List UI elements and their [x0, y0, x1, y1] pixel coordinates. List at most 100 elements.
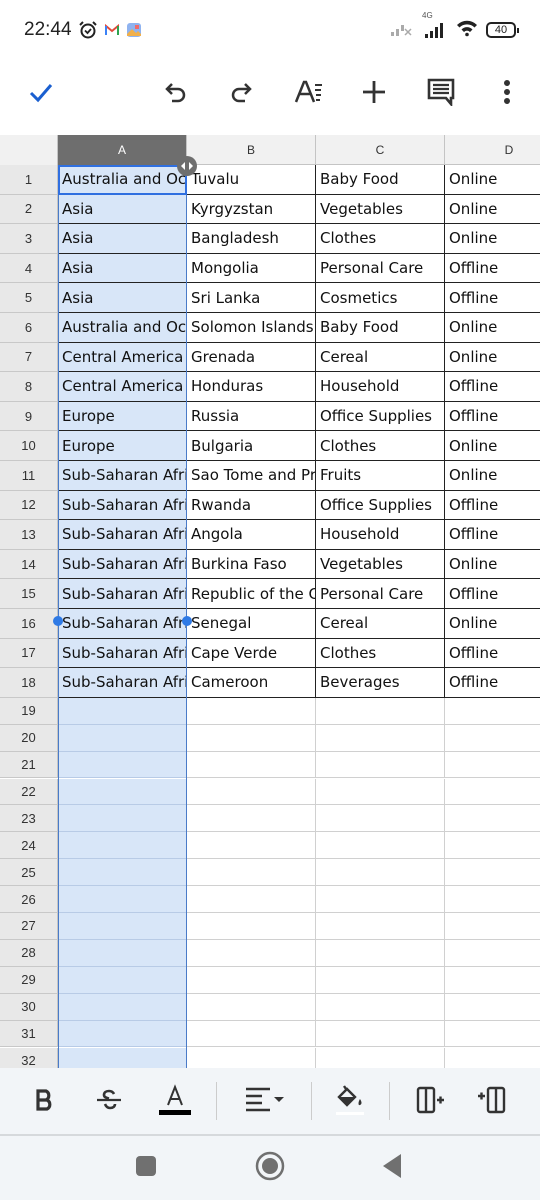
cell-a7[interactable]: Central America a	[58, 342, 187, 373]
row-header[interactable]: 32	[0, 1047, 58, 1068]
cell-b5[interactable]: Sri Lanka	[187, 283, 316, 313]
cell-b16[interactable]: Senegal	[187, 609, 316, 639]
cell-d31[interactable]	[445, 1021, 540, 1048]
fill-color-button[interactable]	[330, 1082, 370, 1122]
cell-d27[interactable]	[445, 913, 540, 940]
cell-b14[interactable]: Burkina Faso	[187, 549, 316, 580]
cell-c14[interactable]: Vegetables	[316, 549, 445, 580]
cell-a32[interactable]	[58, 1047, 187, 1068]
cell-c25[interactable]	[316, 859, 445, 887]
comment-button[interactable]	[419, 72, 463, 116]
cell-a6[interactable]: Australia and Oce	[58, 313, 187, 343]
cell-c32[interactable]	[316, 1047, 445, 1068]
cell-d19[interactable]	[445, 698, 540, 725]
cell-c21[interactable]	[316, 751, 445, 779]
cell-a12[interactable]: Sub-Saharan Afric	[58, 490, 187, 521]
redo-button[interactable]	[219, 72, 263, 116]
cell-b17[interactable]: Cape Verde	[187, 638, 316, 669]
cell-b24[interactable]	[187, 832, 316, 860]
cell-d24[interactable]	[445, 832, 540, 860]
cell-a28[interactable]	[58, 939, 187, 967]
column-header-c[interactable]: C	[316, 135, 445, 165]
row-header[interactable]: 12	[0, 490, 58, 521]
cell-d7[interactable]: Online	[445, 343, 540, 373]
cell-d3[interactable]: Online	[445, 224, 540, 254]
row-header[interactable]: 17	[0, 638, 58, 669]
cell-c28[interactable]	[316, 939, 445, 967]
cell-a15[interactable]: Sub-Saharan Afric	[58, 579, 187, 609]
cell-b23[interactable]	[187, 805, 316, 833]
cell-a20[interactable]	[58, 724, 187, 752]
cell-a26[interactable]	[58, 886, 187, 913]
insert-column-left-button[interactable]	[472, 1082, 512, 1122]
text-color-button[interactable]	[155, 1082, 195, 1122]
cell-d29[interactable]	[445, 967, 540, 994]
row-header[interactable]: 8	[0, 372, 58, 402]
row-header[interactable]: 21	[0, 751, 58, 779]
cell-c12[interactable]: Office Supplies	[316, 490, 445, 521]
cell-d6[interactable]: Online	[445, 313, 540, 343]
cell-a13[interactable]: Sub-Saharan Afric	[58, 520, 187, 550]
row-header[interactable]: 9	[0, 401, 58, 432]
cell-b6[interactable]: Solomon Islands	[187, 313, 316, 343]
cell-d23[interactable]	[445, 805, 540, 833]
cell-d1[interactable]: Online	[445, 165, 540, 195]
cell-d5[interactable]: Offline	[445, 283, 540, 313]
cell-a14[interactable]: Sub-Saharan Afric	[58, 549, 187, 580]
cell-c2[interactable]: Vegetables	[316, 194, 445, 225]
cell-b31[interactable]	[187, 1020, 316, 1048]
cell-c17[interactable]: Clothes	[316, 638, 445, 669]
row-header[interactable]: 10	[0, 431, 58, 461]
cell-b2[interactable]: Kyrgyzstan	[187, 194, 316, 225]
row-header[interactable]: 5	[0, 283, 58, 313]
recents-button[interactable]	[128, 1150, 164, 1186]
cell-b22[interactable]	[187, 778, 316, 806]
column-header-a[interactable]: A	[58, 135, 187, 165]
cell-c8[interactable]: Household	[316, 372, 445, 402]
cell-d30[interactable]	[445, 994, 540, 1021]
cell-d15[interactable]: Offline	[445, 579, 540, 609]
row-header[interactable]: 22	[0, 778, 58, 806]
row-header[interactable]: 23	[0, 805, 58, 833]
cell-b29[interactable]	[187, 966, 316, 994]
done-button[interactable]	[19, 72, 63, 116]
cell-d16[interactable]: Online	[445, 609, 540, 639]
cell-c20[interactable]	[316, 724, 445, 752]
row-header[interactable]: 24	[0, 832, 58, 860]
cell-d25[interactable]	[445, 859, 540, 887]
cell-d12[interactable]: Offline	[445, 491, 540, 521]
cell-b25[interactable]	[187, 859, 316, 887]
cell-b9[interactable]: Russia	[187, 401, 316, 432]
cell-c1[interactable]: Baby Food	[316, 165, 445, 195]
insert-button[interactable]	[352, 72, 396, 116]
cell-a29[interactable]	[58, 966, 187, 994]
cell-d18[interactable]: Offline	[445, 668, 540, 698]
cell-c4[interactable]: Personal Care	[316, 253, 445, 284]
cell-d10[interactable]: Online	[445, 431, 540, 461]
cell-a16[interactable]: Sub-Saharan Afric	[58, 609, 187, 639]
cell-b8[interactable]: Honduras	[187, 372, 316, 402]
cell-b15[interactable]: Republic of the Co	[187, 579, 316, 609]
cell-a18[interactable]: Sub-Saharan Afric	[58, 668, 187, 698]
row-header[interactable]: 1	[0, 165, 58, 195]
cell-d17[interactable]: Offline	[445, 639, 540, 669]
row-header[interactable]: 29	[0, 966, 58, 994]
cell-b27[interactable]	[187, 913, 316, 940]
cell-c18[interactable]: Beverages	[316, 668, 445, 698]
cell-b30[interactable]	[187, 993, 316, 1021]
cell-b21[interactable]	[187, 751, 316, 779]
cell-a8[interactable]: Central America a	[58, 372, 187, 402]
cell-b18[interactable]: Cameroon	[187, 668, 316, 698]
cell-c7[interactable]: Cereal	[316, 342, 445, 373]
cell-d28[interactable]	[445, 940, 540, 967]
cell-a31[interactable]	[58, 1020, 187, 1048]
cell-b20[interactable]	[187, 724, 316, 752]
cell-c29[interactable]	[316, 966, 445, 994]
cell-c15[interactable]: Personal Care	[316, 579, 445, 609]
row-header[interactable]: 25	[0, 859, 58, 887]
cell-a27[interactable]	[58, 913, 187, 940]
row-header[interactable]: 18	[0, 668, 58, 698]
cell-a30[interactable]	[58, 993, 187, 1021]
selection-handle-left[interactable]	[53, 616, 63, 626]
cell-d32[interactable]	[445, 1048, 540, 1069]
